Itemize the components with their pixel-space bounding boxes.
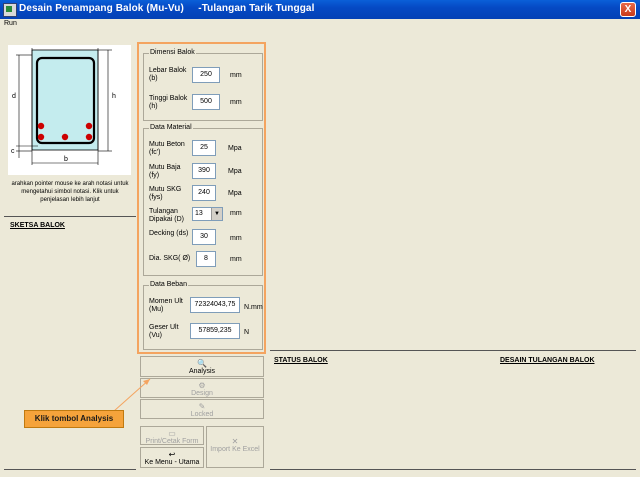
tulangan-label: Tulangan Dipakai (D) [149,208,185,223]
dim-label-b[interactable]: b [64,156,68,163]
locked-button[interactable]: ✎ Locked [140,399,264,419]
input-panel: Dimensi Balok Lebar Balok (b) 250 mm Tin… [137,42,266,354]
beam-cross-section-diagram [16,48,112,165]
menu-utama-button[interactable]: ↩ Ke Menu - Utama [140,447,204,468]
bottom-right-divider [270,469,636,470]
lebar-unit: mm [230,72,242,79]
analysis-icon: 🔍 [197,359,207,368]
design-icon: ⚙ [198,381,206,390]
tinggi-unit: mm [230,99,242,106]
decking-label: Decking (ds) [149,230,189,237]
decking-input[interactable]: 30 [192,229,216,245]
window-title: Desain Penampang Balok (Mu-Vu) -Tulangan… [19,3,315,14]
skg-input[interactable]: 240 [192,185,216,201]
dim-label-d[interactable]: d [12,93,16,100]
data-beban-group: Data Beban Momen Ult (Mu) 72324043,75 N.… [143,281,263,350]
dim-label-h[interactable]: h [112,93,116,100]
chevron-down-icon[interactable]: ▼ [211,208,222,220]
app-icon [3,3,17,17]
menu-bar: Run [0,19,640,30]
right-top-divider [270,350,636,351]
callout-hint: Klik tombol Analysis [24,410,124,428]
beton-label: Mutu Beton (fc') [149,141,185,156]
momen-input[interactable]: 72324043,75 [190,297,240,313]
momen-unit: N.mm [244,304,263,311]
print-button[interactable]: ▭ Print/Cetak Form [140,426,204,445]
skg-label: Mutu SKG (fys) [149,186,182,201]
tinggi-label: Tinggi Balok (h) [149,95,188,110]
status-balok-label: STATUS BALOK [274,357,328,364]
lock-icon: ✎ [198,402,206,411]
printer-icon: ▭ [168,429,176,438]
beton-input[interactable]: 25 [192,140,216,156]
sketsa-balok-label: SKETSA BALOK [10,222,65,229]
locked-label: Locked [190,411,214,418]
print-label: Print/Cetak Form [145,438,199,445]
dim-label-c[interactable]: c [11,148,15,155]
dimensi-balok-group: Dimensi Balok Lebar Balok (b) 250 mm Tin… [143,49,263,121]
analysis-label: Analysis [188,368,216,375]
analysis-button[interactable]: 🔍 Analysis [140,356,264,377]
menu-utama-label: Ke Menu - Utama [144,459,200,466]
baja-input[interactable]: 390 [192,163,216,179]
divider [4,216,136,217]
tinggi-input[interactable]: 500 [192,94,220,110]
desain-tulangan-label: DESAIN TULANGAN BALOK [500,357,595,364]
bottom-left-divider [4,469,136,470]
menu-run[interactable]: Run [4,20,17,27]
return-icon: ↩ [168,450,176,459]
sketch-hint: arahkan pointer mouse ke arah notasi unt… [11,181,129,203]
data-material-group: Data Material Mutu Beton (fc') 25 Mpa Mu… [143,124,263,276]
beton-unit: Mpa [228,145,242,152]
tulangan-select[interactable]: 13 ▼ [192,207,223,221]
tulangan-unit: mm [230,210,242,217]
design-label: Design [191,390,213,397]
geser-unit: N [244,329,250,336]
dia-unit: mm [230,256,242,263]
import-excel-button[interactable]: ✕ Import Ke Excel [206,426,264,468]
baja-unit: Mpa [228,168,242,175]
design-button[interactable]: ⚙ Design [140,378,264,398]
dia-label: Dia. SKG( Ø) [149,255,191,262]
excel-icon: ✕ [231,437,239,446]
import-excel-label: Import Ke Excel [210,446,260,453]
momen-label: Momen Ult (Mu) [149,298,183,313]
geser-input[interactable]: 57859,235 [190,323,240,339]
decking-unit: mm [230,235,242,242]
lebar-label: Lebar Balok (b) [149,67,187,82]
geser-label: Geser Ult (Vu) [149,324,179,339]
baja-label: Mutu Baja (fy) [149,164,181,179]
data-material-title: Data Material [149,124,193,131]
dimensi-balok-title: Dimensi Balok [149,49,196,56]
title-bar: Desain Penampang Balok (Mu-Vu) -Tulangan… [0,0,640,19]
lebar-input[interactable]: 250 [192,67,220,83]
close-button[interactable]: X [620,2,636,17]
callout-arrow [113,378,151,412]
tulangan-value: 13 [195,210,203,217]
beam-sketch[interactable]: d h c b [8,45,131,175]
skg-unit: Mpa [228,190,242,197]
dia-input[interactable]: 8 [196,251,216,267]
data-beban-title: Data Beban [149,281,188,288]
